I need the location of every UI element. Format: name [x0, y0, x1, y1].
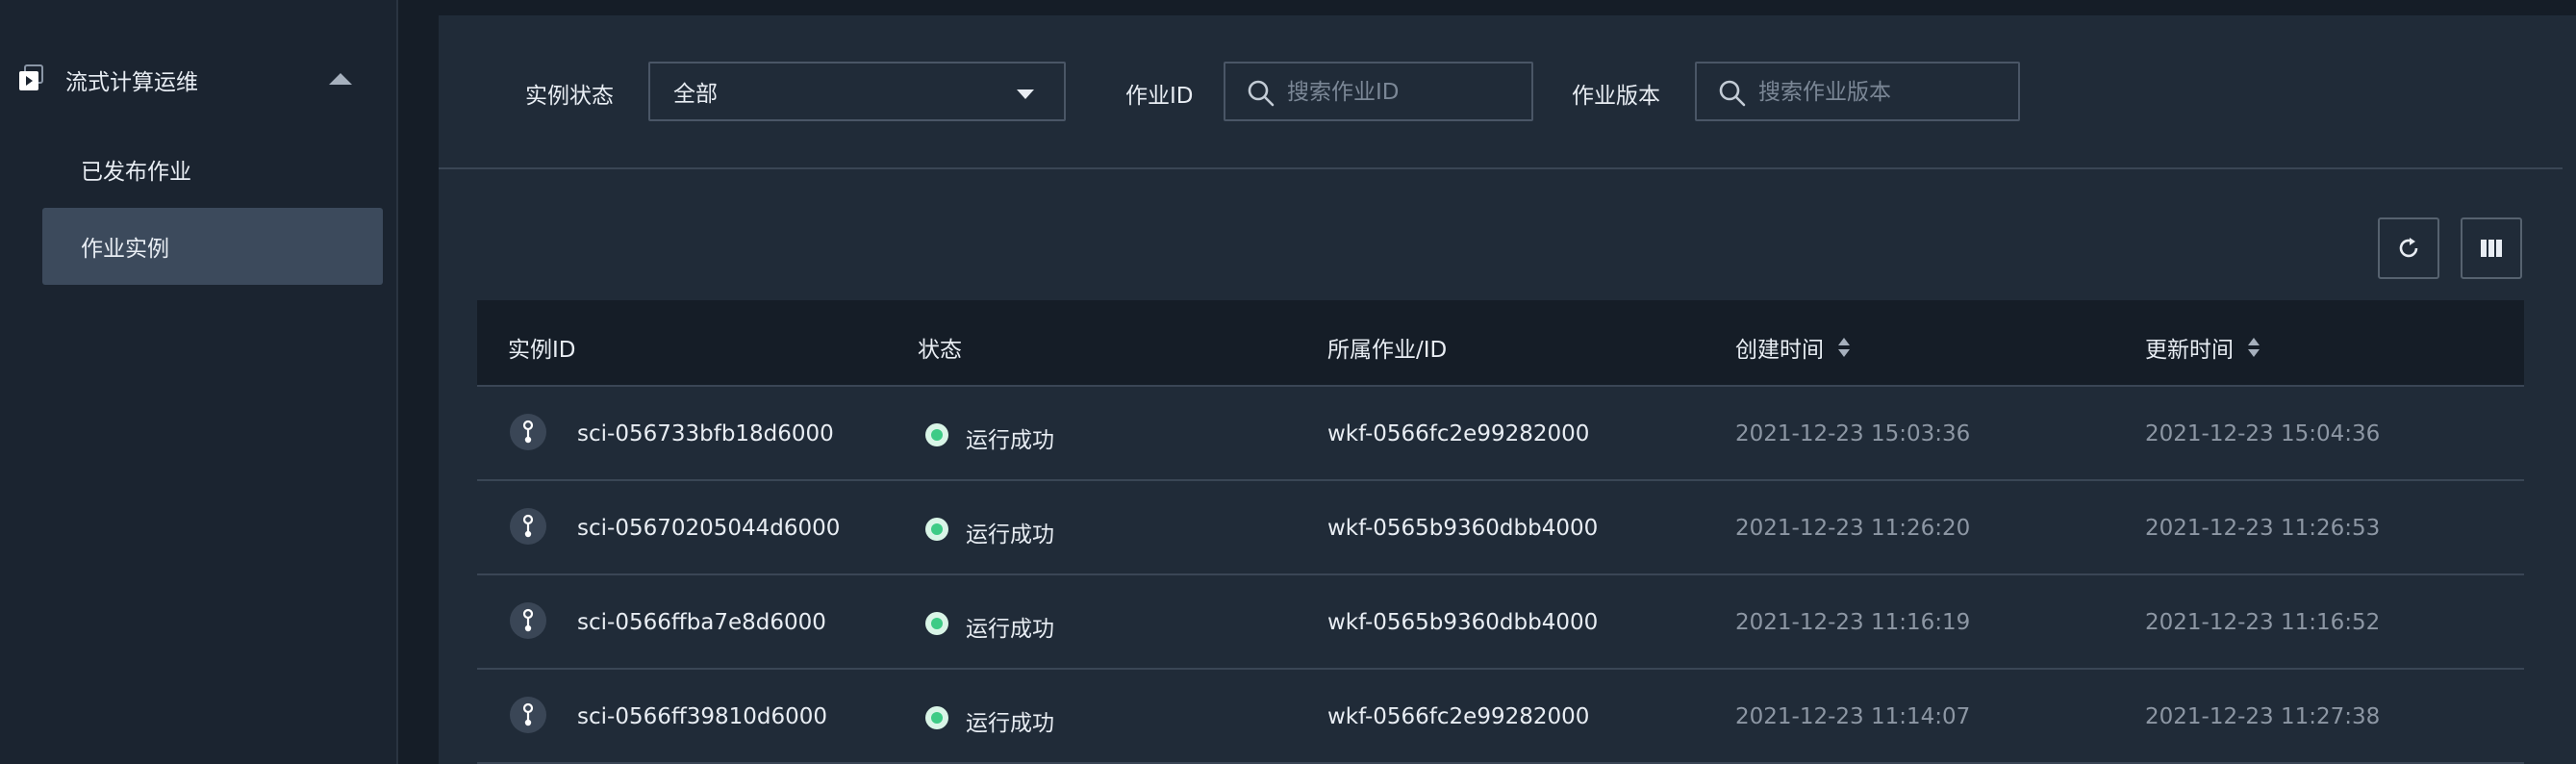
instance-icon [510, 508, 546, 545]
table-row[interactable]: sci-0566ffba7e8d6000 运行成功 wkf-0565b9360d… [477, 575, 2524, 670]
status-dot-icon [925, 423, 948, 446]
job-version-filter-label: 作业版本 [1572, 84, 1660, 109]
status-select[interactable]: 全部 [648, 62, 1066, 121]
job-id-link[interactable]: wkf-0565b9360dbb4000 [1327, 516, 1598, 541]
created-time: 2021-12-23 11:16:19 [1735, 610, 1971, 635]
sort-icon [2248, 338, 2260, 357]
sidebar-group-label: 流式计算运维 [65, 70, 198, 95]
instance-id[interactable]: sci-05670205044d6000 [577, 516, 840, 541]
job-id-link[interactable]: wkf-0566fc2e99282000 [1327, 421, 1589, 446]
column-header-job-id: 所属作业/ID [1327, 338, 1448, 363]
caret-up-icon[interactable] [327, 71, 354, 87]
status-select-value: 全部 [673, 82, 718, 107]
refresh-icon [2399, 238, 2418, 258]
sidebar-item-label: 作业实例 [81, 237, 169, 262]
play-icon [19, 64, 43, 90]
status-text: 运行成功 [966, 617, 1054, 642]
job-id-link[interactable]: wkf-0565b9360dbb4000 [1327, 610, 1598, 635]
caret-down-icon [1017, 89, 1034, 99]
status-dot-icon [925, 612, 948, 635]
status-dot-icon [925, 706, 948, 729]
sort-icon [1838, 338, 1850, 357]
columns-icon [2481, 240, 2502, 257]
sidebar-item-job-instances[interactable]: 作业实例 [42, 208, 383, 285]
table-body: sci-056733bfb18d6000 运行成功 wkf-0566fc2e99… [477, 387, 2524, 764]
column-header-updated[interactable]: 更新时间 [2145, 331, 2260, 364]
status-text: 运行成功 [966, 428, 1054, 453]
sidebar-item-published-jobs[interactable]: 已发布作业 [42, 131, 383, 208]
created-time: 2021-12-23 15:03:36 [1735, 421, 1971, 446]
refresh-button[interactable] [2378, 217, 2439, 279]
filter-bar: 实例状态 全部 作业ID 作业版本 [439, 15, 2563, 169]
instance-id[interactable]: sci-0566ffba7e8d6000 [577, 610, 826, 635]
sidebar: 流式计算运维 已发布作业 作业实例 [0, 0, 398, 764]
main-panel: 实例状态 全部 作业ID 作业版本 [439, 15, 2576, 764]
updated-time: 2021-12-23 11:27:38 [2145, 704, 2381, 729]
columns-button[interactable] [2461, 217, 2522, 279]
search-icon [1719, 80, 1746, 107]
job-id-filter-label: 作业ID [1125, 84, 1194, 109]
sidebar-group-stream-ops[interactable]: 流式计算运维 [0, 42, 396, 112]
created-time: 2021-12-23 11:26:20 [1735, 516, 1971, 541]
job-id-input[interactable] [1285, 73, 1529, 112]
table-row[interactable]: sci-0566ff39810d6000 运行成功 wkf-0566fc2e99… [477, 670, 2524, 764]
instance-icon [510, 697, 546, 733]
instance-id[interactable]: sci-056733bfb18d6000 [577, 421, 834, 446]
instance-id[interactable]: sci-0566ff39810d6000 [577, 704, 827, 729]
job-version-search[interactable] [1695, 62, 2020, 121]
updated-time: 2021-12-23 11:26:53 [2145, 516, 2381, 541]
job-version-input[interactable] [1756, 73, 2001, 112]
table-row[interactable]: sci-056733bfb18d6000 运行成功 wkf-0566fc2e99… [477, 387, 2524, 481]
instance-table: 实例ID 状态 所属作业/ID 创建时间 更新时间 sci-056733bfb1… [477, 300, 2524, 764]
status-text: 运行成功 [966, 711, 1054, 736]
status-text: 运行成功 [966, 522, 1054, 548]
instance-icon [510, 414, 546, 450]
status-filter-label: 实例状态 [525, 84, 614, 109]
column-header-updated-label: 更新时间 [2145, 338, 2234, 363]
updated-time: 2021-12-23 11:16:52 [2145, 610, 2381, 635]
status-dot-icon [925, 518, 948, 541]
instance-icon [510, 602, 546, 639]
column-header-created[interactable]: 创建时间 [1735, 331, 1851, 364]
created-time: 2021-12-23 11:14:07 [1735, 704, 1971, 729]
updated-time: 2021-12-23 15:04:36 [2145, 421, 2381, 446]
column-header-created-label: 创建时间 [1735, 338, 1824, 363]
column-header-status: 状态 [918, 338, 962, 363]
table-row[interactable]: sci-05670205044d6000 运行成功 wkf-0565b9360d… [477, 481, 2524, 575]
column-header-instance-id: 实例ID [508, 338, 576, 363]
job-id-search[interactable] [1224, 62, 1533, 121]
job-id-link[interactable]: wkf-0566fc2e99282000 [1327, 704, 1589, 729]
table-header: 实例ID 状态 所属作业/ID 创建时间 更新时间 [477, 300, 2524, 387]
sidebar-item-label: 已发布作业 [81, 160, 191, 185]
search-icon [1248, 80, 1275, 107]
